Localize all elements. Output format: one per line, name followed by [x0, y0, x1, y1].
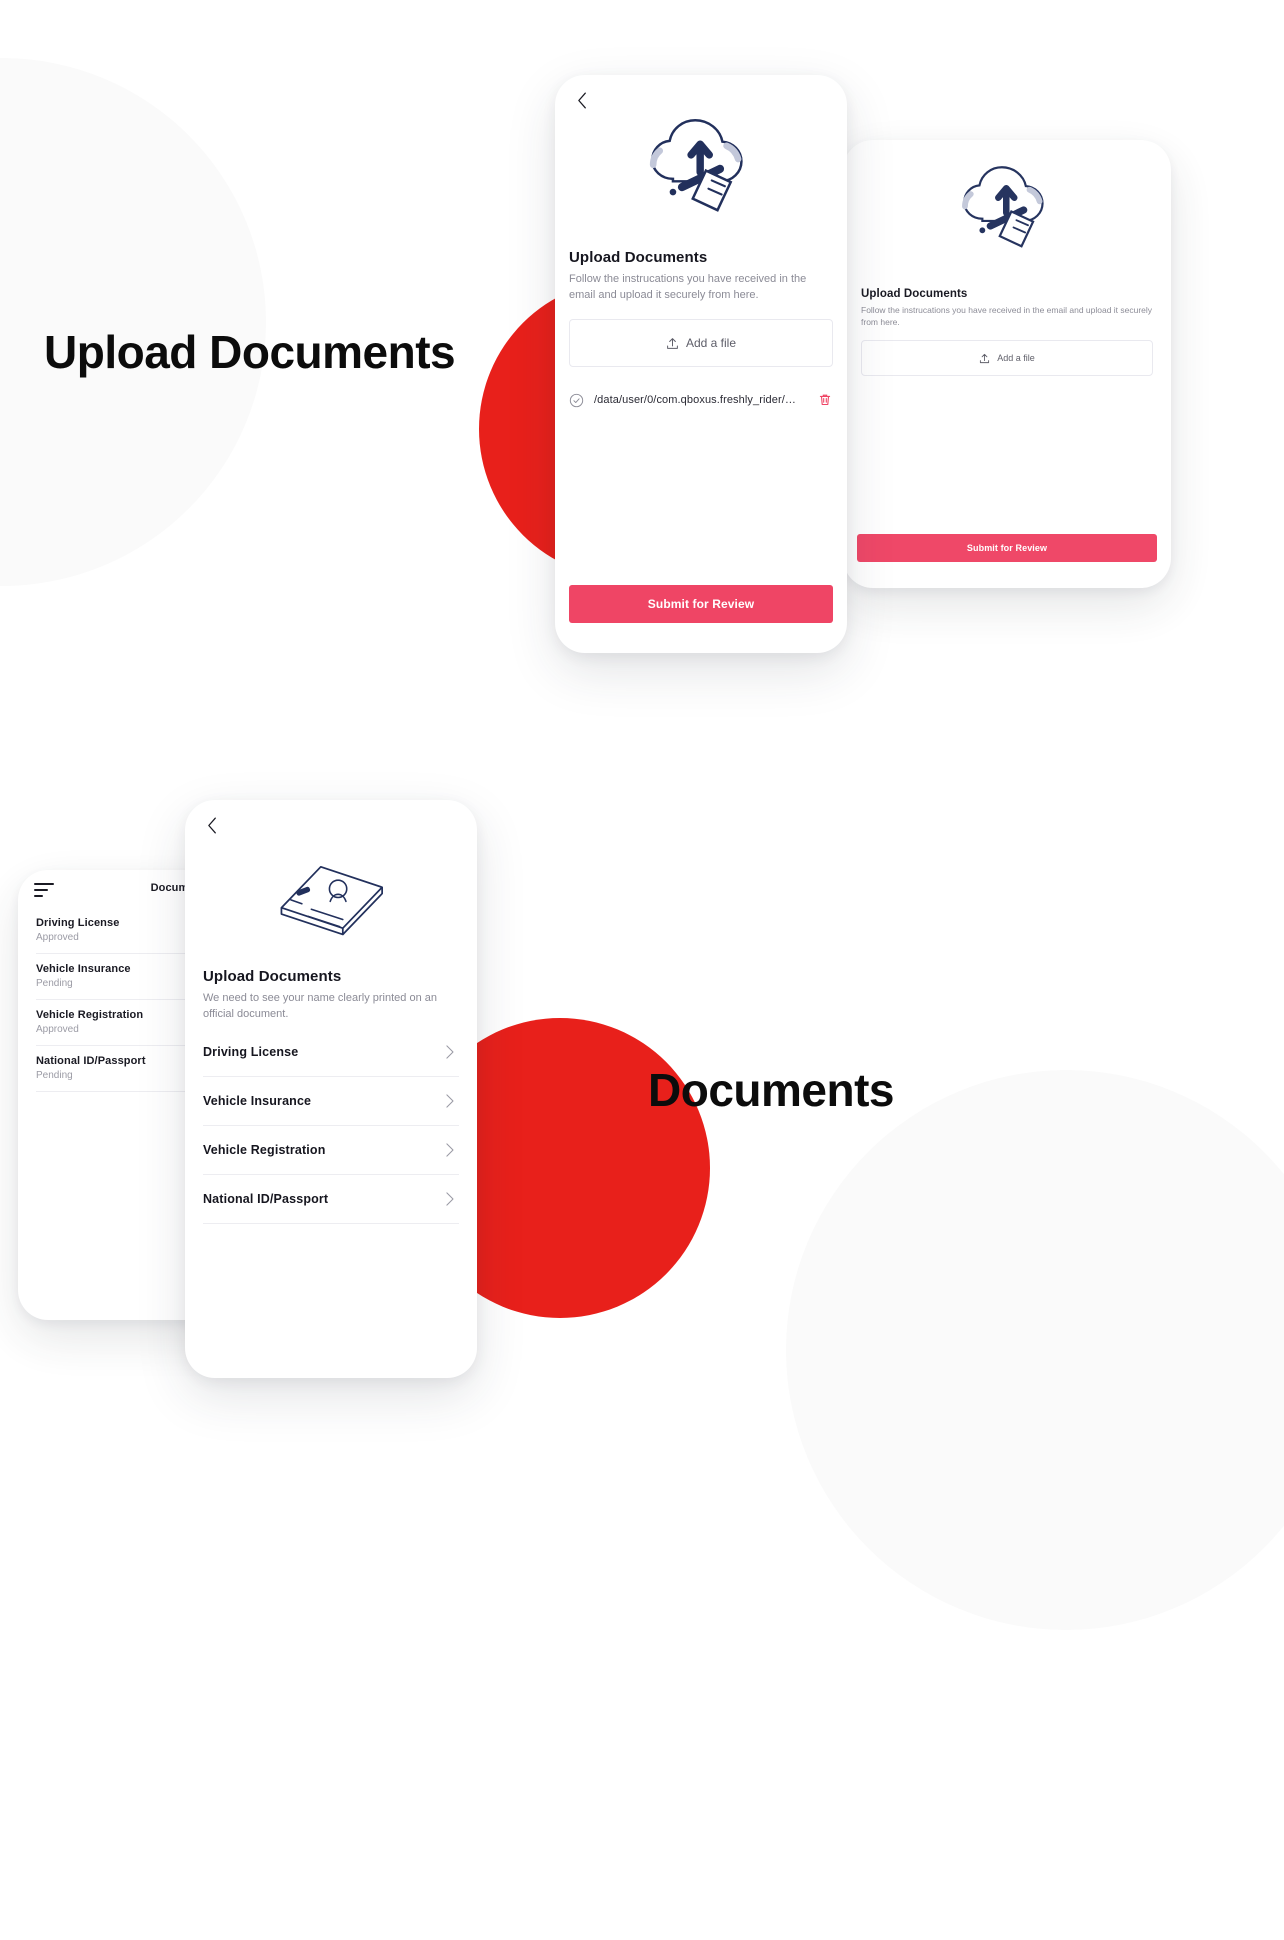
screen-title: Upload Documents — [861, 288, 968, 300]
documents-picker-list: Driving License Vehicle Insurance Vehicl… — [203, 1028, 459, 1224]
id-card-illustration — [185, 848, 477, 958]
list-item-label: Driving License — [203, 1045, 299, 1059]
list-item-driving-license[interactable]: Driving License — [203, 1028, 459, 1077]
chevron-right-icon — [445, 1045, 459, 1059]
check-circle-icon — [569, 393, 584, 408]
chevron-right-icon — [445, 1192, 459, 1206]
phone-mock-upload-front: Upload Documents Follow the instrucation… — [555, 75, 847, 653]
back-button[interactable] — [571, 89, 593, 111]
list-item-label: National ID/Passport — [203, 1192, 329, 1206]
list-item-label: Vehicle Registration — [203, 1143, 326, 1157]
decorative-circle-gray-top — [0, 58, 266, 586]
poster-canvas: Upload Documents Upload Documents Follow… — [0, 0, 1284, 1940]
list-item-vehicle-registration[interactable]: Vehicle Registration — [203, 1126, 459, 1175]
cloud-upload-document-illustration — [555, 113, 847, 243]
cloud-upload-document-illustration — [843, 158, 1171, 278]
chevron-right-icon — [445, 1143, 459, 1157]
screen-title: Upload Documents — [569, 249, 708, 266]
decorative-circle-gray-bottom — [786, 1070, 1284, 1630]
add-file-button[interactable]: Add a file — [861, 340, 1153, 377]
screen-subtitle: We need to see your name clearly printed… — [203, 992, 437, 1020]
add-file-label: Add a file — [997, 353, 1035, 364]
submit-for-review-button[interactable]: Submit for Review — [569, 585, 833, 623]
trash-icon[interactable] — [817, 392, 833, 408]
back-button[interactable] — [201, 814, 223, 836]
screen-title: Upload Documents — [203, 968, 342, 985]
upload-icon — [979, 353, 990, 364]
screen-subtitle: Follow the instrucations you have receiv… — [861, 305, 1153, 328]
list-item-label: Vehicle Insurance — [203, 1094, 312, 1108]
upload-icon — [666, 337, 679, 350]
screen-subtitle: Follow the instrucations you have receiv… — [569, 273, 807, 301]
uploaded-file-row[interactable]: /data/user/0/com.qboxus.freshly_rider/… — [569, 383, 833, 417]
list-item-national-id-passport[interactable]: National ID/Passport — [203, 1175, 459, 1224]
phone-mock-documents-picker: Upload Documents We need to see your nam… — [185, 800, 477, 1378]
phone-mock-upload-back: Upload Documents Follow the instrucation… — [843, 140, 1171, 588]
add-file-label: Add a file — [685, 336, 737, 351]
list-item-vehicle-insurance[interactable]: Vehicle Insurance — [203, 1077, 459, 1126]
chevron-left-icon — [207, 817, 218, 834]
submit-for-review-button[interactable]: Submit for Review — [857, 534, 1157, 562]
section-heading-upload-documents: Upload Documents — [44, 326, 456, 378]
uploaded-file-path: /data/user/0/com.qboxus.freshly_rider/… — [594, 394, 796, 407]
chevron-left-icon — [577, 92, 588, 109]
chevron-right-icon — [445, 1094, 459, 1108]
add-file-button[interactable]: Add a file — [569, 319, 833, 368]
section-heading-documents: Documents — [648, 1064, 894, 1116]
